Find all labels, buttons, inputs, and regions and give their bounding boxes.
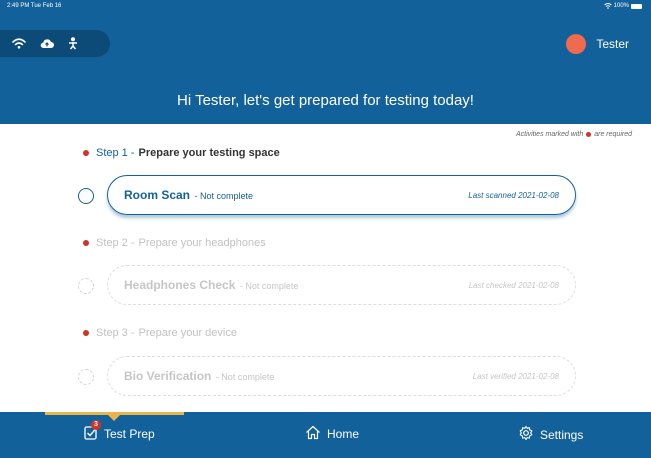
legend-text-after: are required — [594, 131, 632, 138]
checklist-icon: 3 — [84, 420, 101, 443]
battery-icon — [631, 3, 642, 9]
bottom-nav: 3 Test Prep Home Settings — [0, 412, 651, 458]
bio-verification-radio[interactable] — [78, 369, 94, 385]
card-meta: Last verified 2021-02-08 — [472, 371, 559, 381]
nav-test-prep[interactable]: 3 Test Prep — [84, 420, 155, 443]
required-dot-icon — [83, 150, 89, 156]
required-dot-icon — [83, 330, 89, 336]
headphones-check-card[interactable]: Headphones Check - Not complete Last che… — [107, 265, 576, 305]
step-number: Step 1 - — [96, 147, 135, 159]
nav-settings[interactable]: Settings — [518, 425, 583, 444]
step-title: Prepare your testing space — [138, 147, 280, 159]
card-title: Headphones Check — [124, 278, 236, 292]
card-meta: Last scanned 2021-02-08 — [468, 190, 559, 200]
card-title: Room Scan — [124, 188, 191, 202]
nav-label: Test Prep — [104, 427, 155, 441]
step-number: Step 3 - — [96, 327, 135, 339]
card-heading: Room Scan - Not complete — [124, 186, 253, 204]
card-heading: Headphones Check - Not complete — [124, 276, 298, 294]
required-dot-icon — [586, 131, 592, 137]
step-title: Prepare your device — [138, 327, 237, 339]
user-name: Tester — [596, 37, 629, 51]
card-meta: Last checked 2021-02-08 — [468, 280, 559, 290]
nav-home[interactable]: Home — [305, 425, 359, 443]
legend-text-before: Activities marked with — [515, 131, 584, 138]
step-3-label: Step 3 - Prepare your device — [83, 327, 237, 339]
status-indicators: 100% — [603, 3, 642, 9]
card-status: - Not complete — [215, 372, 275, 382]
user-menu[interactable]: Tester — [566, 34, 629, 54]
battery-percent: 100% — [613, 3, 629, 9]
gear-icon — [518, 425, 534, 444]
status-bar: 2:49 PM Tue Feb 16 100% — [0, 0, 651, 14]
greeting-heading: Hi Tester, let's get prepared for testin… — [177, 92, 474, 109]
room-scan-card[interactable]: Room Scan - Not complete Last scanned 20… — [107, 175, 576, 215]
step-1-label: Step 1 - Prepare your testing space — [83, 147, 280, 159]
wifi-icon — [12, 38, 26, 49]
required-legend: Activities marked with are required — [516, 131, 632, 138]
bio-verification-card[interactable]: Bio Verification - Not complete Last ver… — [107, 356, 576, 396]
nav-label: Settings — [540, 427, 584, 442]
status-time: 2:49 PM Tue Feb 16 — [7, 3, 62, 9]
headphones-check-radio[interactable] — [78, 278, 94, 294]
card-heading: Bio Verification - Not complete — [124, 367, 274, 385]
room-scan-radio[interactable] — [78, 188, 94, 204]
card-status: - Not complete — [239, 281, 299, 291]
connection-status-pill — [0, 30, 110, 57]
step-2-label: Step 2 - Prepare your headphones — [83, 237, 266, 249]
active-tab-notch — [107, 414, 121, 421]
person-icon — [69, 37, 77, 50]
required-dot-icon — [83, 240, 89, 246]
home-icon — [305, 425, 321, 443]
step-number: Step 2 - — [96, 237, 135, 249]
nav-label: Home — [327, 427, 360, 441]
card-status: - Not complete — [194, 191, 253, 201]
cloud-upload-icon — [40, 39, 54, 49]
notification-badge: 3 — [91, 420, 101, 430]
avatar — [566, 34, 587, 54]
header: 2:49 PM Tue Feb 16 100% Tester Hi Tester… — [0, 0, 651, 124]
card-title: Bio Verification — [124, 369, 212, 383]
wifi-status-icon — [603, 3, 612, 9]
step-title: Prepare your headphones — [138, 237, 266, 249]
